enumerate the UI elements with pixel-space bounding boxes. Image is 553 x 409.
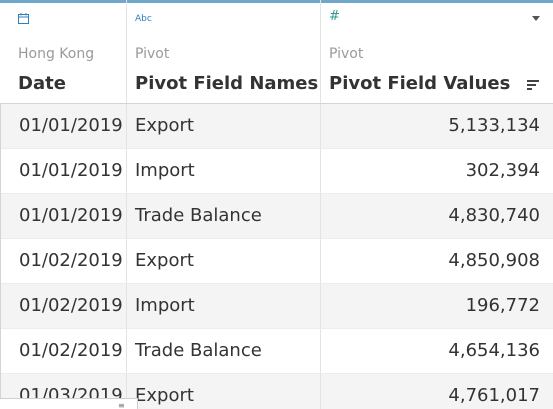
table-row[interactable]: 01/01/2019 Import 302,394 (0, 149, 553, 194)
date-cell[interactable]: 01/01/2019 (0, 194, 127, 238)
table-row[interactable]: 01/02/2019 Trade Balance 4,654,136 (0, 329, 553, 374)
date-cell[interactable]: 01/01/2019 (0, 104, 127, 148)
column-source-label: Hong Kong (18, 46, 95, 62)
date-cell[interactable]: 01/02/2019 (0, 284, 127, 328)
pivot-field-value-cell[interactable]: 5,133,134 (321, 104, 553, 148)
column-field-name[interactable]: Pivot Field Names (135, 73, 318, 94)
pivot-field-value-cell[interactable]: 4,830,740 (321, 194, 553, 238)
header-accent-line (321, 0, 553, 3)
grid-left-border (0, 104, 1, 409)
table-row[interactable]: 01/01/2019 Export 5,133,134 (0, 104, 553, 149)
date-cell[interactable]: 01/02/2019 (0, 239, 127, 283)
pivot-field-name-cell[interactable]: Export (127, 104, 321, 148)
table-row[interactable]: 01/02/2019 Import 196,772 (0, 284, 553, 329)
scroll-grip-icon[interactable]: ≡ (118, 402, 125, 409)
pivot-field-name-cell[interactable]: Trade Balance (127, 329, 321, 373)
column-header-date[interactable]: Hong Kong Date (0, 0, 127, 103)
data-grid: Hong Kong Date Abc Pivot Pivot Field Nam… (0, 0, 553, 409)
sort-icon[interactable] (527, 80, 539, 90)
header-accent-line (0, 0, 126, 3)
table-row[interactable]: 01/02/2019 Export 4,850,908 (0, 239, 553, 284)
column-header-pivot-field-values[interactable]: # Pivot Pivot Field Values (321, 0, 553, 103)
pivot-field-value-cell[interactable]: 4,654,136 (321, 329, 553, 373)
chevron-down-icon[interactable] (532, 16, 540, 21)
date-cell[interactable]: 01/01/2019 (0, 149, 127, 193)
column-source-label: Pivot (329, 46, 364, 62)
pivot-field-name-cell[interactable]: Trade Balance (127, 194, 321, 238)
date-cell[interactable]: 01/02/2019 (0, 329, 127, 373)
pivot-field-name-cell[interactable]: Import (127, 284, 321, 328)
abc-icon[interactable]: Abc (135, 13, 152, 25)
column-header-pivot-field-names[interactable]: Abc Pivot Pivot Field Names (127, 0, 321, 103)
horizontal-scrollbar[interactable]: ≡ (0, 398, 138, 409)
calendar-icon[interactable] (18, 13, 29, 28)
pivot-field-value-cell[interactable]: 302,394 (321, 149, 553, 193)
pivot-field-name-cell[interactable]: Export (127, 239, 321, 283)
column-header-row: Hong Kong Date Abc Pivot Pivot Field Nam… (0, 0, 553, 104)
grid-body: 01/01/2019 Export 5,133,134 01/01/2019 Impor… (0, 104, 553, 409)
column-field-name[interactable]: Pivot Field Values (329, 73, 510, 94)
pivot-field-name-cell[interactable]: Import (127, 149, 321, 193)
pivot-field-value-cell[interactable]: 4,850,908 (321, 239, 553, 283)
hash-icon[interactable]: # (329, 10, 340, 23)
pivot-field-value-cell[interactable]: 196,772 (321, 284, 553, 328)
column-field-name[interactable]: Date (18, 73, 66, 94)
pivot-field-value-cell[interactable]: 4,761,017 (321, 374, 553, 409)
column-source-label: Pivot (135, 46, 170, 62)
header-accent-line (127, 0, 320, 3)
pivot-field-name-cell[interactable]: Export (127, 374, 321, 409)
table-row[interactable]: 01/01/2019 Trade Balance 4,830,740 (0, 194, 553, 239)
